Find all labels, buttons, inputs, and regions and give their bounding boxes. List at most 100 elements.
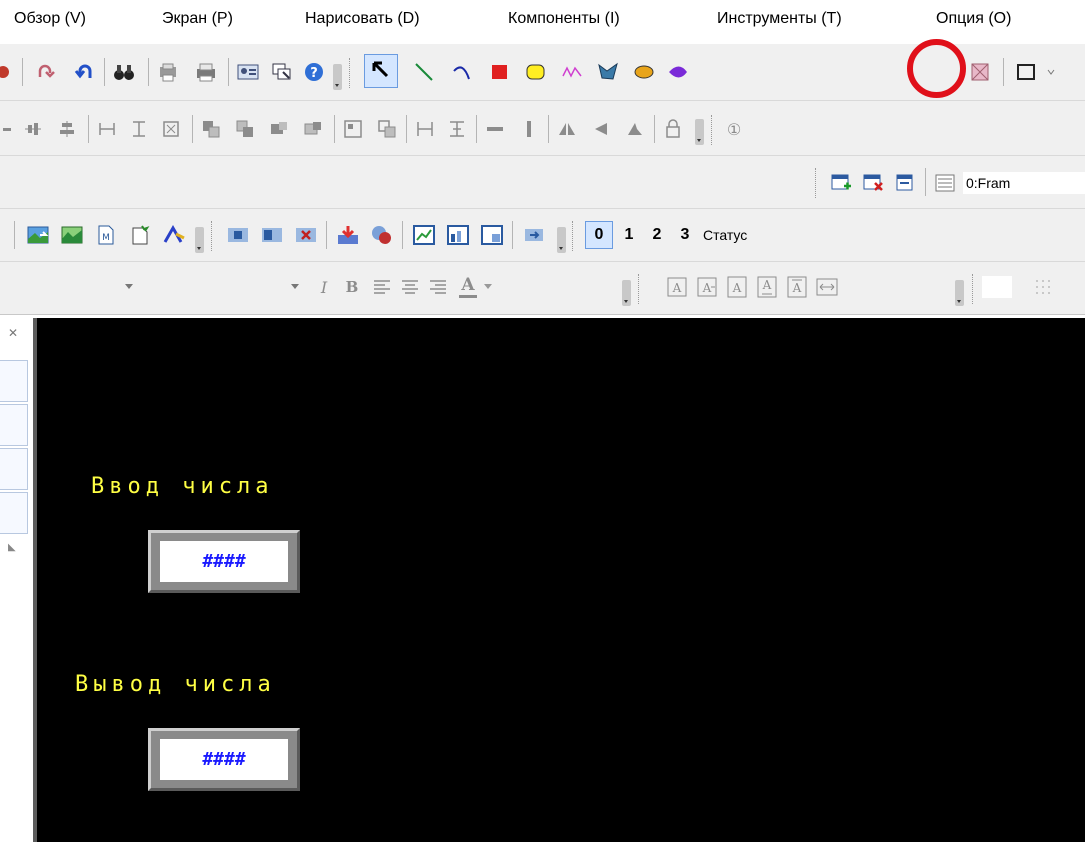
macro-document-icon[interactable]: M — [92, 221, 120, 249]
fit-height-icon[interactable] — [258, 221, 286, 249]
empty-combo[interactable] — [982, 276, 1012, 298]
text-style-icon[interactable] — [160, 221, 188, 249]
new-document-icon[interactable] — [126, 221, 154, 249]
space-horizontal-icon[interactable] — [414, 117, 436, 141]
text-position-5-icon[interactable]: A — [784, 274, 810, 300]
layer-0-button[interactable]: 0 — [585, 221, 613, 249]
print-preview-icon[interactable] — [156, 60, 180, 84]
send-backward-icon[interactable] — [302, 117, 324, 141]
redo-icon[interactable] — [34, 60, 58, 84]
frame-list-icon[interactable] — [932, 170, 958, 196]
flip-horizontal-icon[interactable] — [484, 117, 506, 141]
same-size-icon[interactable] — [160, 117, 182, 141]
mirror-icon[interactable] — [556, 117, 578, 141]
rotate-right-icon[interactable] — [624, 117, 646, 141]
grid-dots-icon[interactable] — [1032, 276, 1058, 298]
space-vertical-icon[interactable] — [446, 117, 468, 141]
toolbar-overflow-button[interactable] — [333, 64, 342, 90]
side-tab-3[interactable] — [0, 448, 28, 490]
history-chart-icon[interactable] — [444, 221, 472, 249]
rounded-rectangle-tool[interactable] — [522, 58, 550, 86]
data-table-icon[interactable] — [478, 221, 506, 249]
text-position-4-icon[interactable]: A — [754, 274, 780, 300]
menu-draw[interactable]: Нарисовать (D) — [305, 10, 420, 28]
status-label[interactable]: Статус — [703, 227, 747, 243]
numeric-input-box[interactable]: #### — [148, 530, 300, 593]
hmi-canvas[interactable]: Ввод числа #### Вывод числа #### — [37, 318, 1085, 842]
rotate-left-icon[interactable] — [590, 117, 612, 141]
lock-icon[interactable] — [662, 117, 684, 141]
undo-icon[interactable] — [72, 60, 96, 84]
group-icon[interactable] — [342, 117, 364, 141]
window-select-icon[interactable] — [270, 60, 294, 84]
same-height-icon[interactable] — [128, 117, 150, 141]
sector-tool[interactable] — [664, 58, 692, 86]
font-size-select[interactable] — [152, 274, 308, 300]
toolbar-overflow-button[interactable] — [622, 280, 631, 306]
frame-dropdown[interactable] — [1044, 58, 1058, 86]
font-name-select[interactable] — [0, 274, 146, 300]
polyline-tool[interactable] — [558, 58, 586, 86]
circled-number-icon[interactable]: ① — [722, 117, 746, 141]
menu-tools[interactable]: Инструменты (T) — [717, 10, 842, 28]
send-to-back-icon[interactable] — [234, 117, 256, 141]
arc-tool[interactable] — [448, 58, 476, 86]
find-binoculars-icon[interactable] — [112, 60, 136, 84]
side-tab-4[interactable] — [0, 492, 28, 534]
text-position-1-icon[interactable]: A — [664, 274, 690, 300]
align-bottom-icon[interactable] — [0, 119, 14, 139]
bring-to-front-icon[interactable] — [200, 117, 222, 141]
polygon-tool[interactable] — [594, 58, 622, 86]
close-view-icon[interactable] — [292, 221, 320, 249]
same-width-icon[interactable] — [96, 117, 118, 141]
text-position-2-icon[interactable]: A — [694, 274, 720, 300]
new-frame-icon[interactable] — [828, 170, 854, 196]
trend-chart-icon[interactable] — [410, 221, 438, 249]
menu-options[interactable]: Опция (O) — [936, 10, 1011, 28]
line-tool[interactable] — [410, 58, 438, 86]
side-tab-1[interactable] — [0, 360, 28, 402]
italic-button[interactable]: I — [312, 274, 336, 300]
menu-components[interactable]: Компоненты (I) — [508, 10, 620, 28]
ellipse-tool[interactable] — [630, 58, 658, 86]
delete-frame-icon[interactable] — [860, 170, 886, 196]
import-picture-icon[interactable] — [24, 221, 52, 249]
toolbar-overflow-button[interactable] — [195, 227, 204, 253]
align-left-button[interactable] — [370, 274, 394, 300]
layer-2-button[interactable]: 2 — [645, 221, 669, 249]
expand-arrow-icon[interactable]: ◣ — [8, 542, 16, 553]
align-center-horizontal-icon[interactable] — [22, 117, 44, 141]
toolbar-overflow-button[interactable] — [955, 280, 964, 306]
help-icon[interactable]: ? — [302, 60, 326, 84]
bold-button[interactable]: B — [340, 274, 364, 300]
close-icon[interactable]: ✕ — [8, 326, 18, 340]
ungroup-icon[interactable] — [376, 117, 398, 141]
download-icon[interactable] — [334, 221, 362, 249]
menu-screen[interactable]: Экран (P) — [162, 10, 233, 28]
id-card-icon[interactable] — [236, 60, 260, 84]
font-color-dropdown[interactable] — [482, 276, 494, 298]
text-position-3-icon[interactable]: A — [724, 274, 750, 300]
rectangle-tool[interactable] — [486, 58, 514, 86]
align-center-button[interactable] — [398, 274, 422, 300]
toolbar-overflow-button[interactable] — [695, 119, 704, 145]
frame-tool[interactable] — [1012, 58, 1040, 86]
partial-tool-icon[interactable] — [0, 61, 14, 83]
select-pointer-tool[interactable] — [364, 54, 398, 88]
flip-vertical-icon[interactable] — [518, 117, 540, 141]
toolbar-overflow-button[interactable] — [557, 227, 566, 253]
bitmap-tool[interactable] — [966, 58, 994, 86]
align-right-button[interactable] — [426, 274, 450, 300]
bring-forward-icon[interactable] — [268, 117, 290, 141]
move-component-icon[interactable] — [520, 221, 548, 249]
frame-select[interactable]: 0:Fram — [963, 172, 1085, 194]
font-color-button[interactable]: A — [456, 272, 480, 302]
layer-1-button[interactable]: 1 — [617, 221, 641, 249]
numeric-output-box[interactable]: #### — [148, 728, 300, 791]
layer-3-button[interactable]: 3 — [673, 221, 697, 249]
simulation-icon[interactable] — [368, 221, 396, 249]
frame-properties-icon[interactable] — [892, 170, 918, 196]
picture-library-icon[interactable] — [58, 221, 86, 249]
align-center-vertical-icon[interactable] — [56, 117, 78, 141]
menu-view[interactable]: Обзор (V) — [14, 10, 86, 28]
